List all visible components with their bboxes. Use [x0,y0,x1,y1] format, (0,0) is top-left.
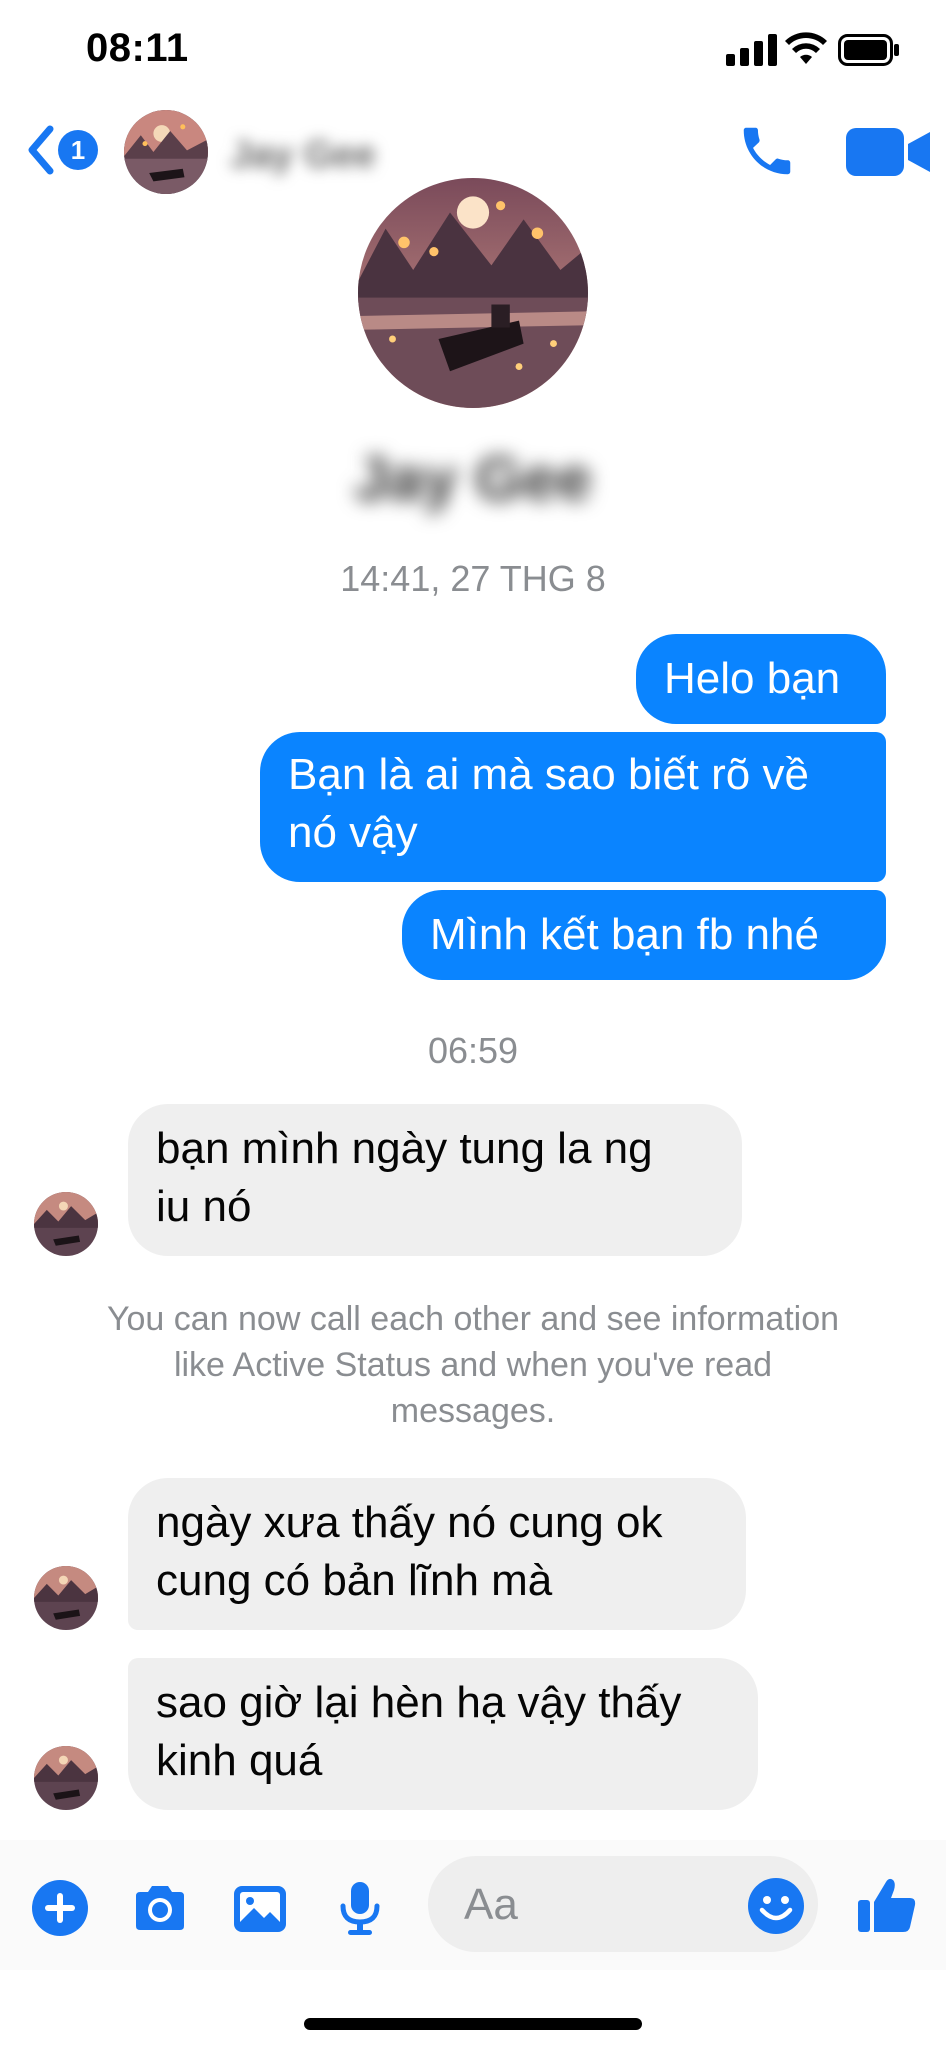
message-text: iu nó [156,1182,252,1231]
message-text: cung có bản lĩnh mà [156,1556,553,1605]
message-text: sao giờ lại hèn hạ vậy thấy [156,1678,682,1727]
photo-icon[interactable] [230,1878,290,1938]
video-camera-icon[interactable] [846,126,932,178]
incoming-message[interactable]: sao giờ lại hèn hạ vậy thấy kinh quá [128,1658,758,1810]
incoming-message[interactable]: bạn mình ngày tung la ng iu nó [128,1104,742,1256]
outgoing-message[interactable]: Bạn là ai mà sao biết rõ về nó vậy [260,732,886,882]
camera-icon[interactable] [130,1878,190,1938]
message-text: ngày xưa thấy nó cung ok [156,1498,663,1547]
thumbs-up-icon[interactable] [856,1874,918,1936]
contact-name[interactable]: Jay Gee [230,134,376,177]
system-notice-line: You can now call each other and see info… [106,1300,840,1338]
header-avatar[interactable] [124,110,208,194]
cellular-signal-icon [726,34,777,66]
message-input-placeholder: Aa [464,1880,518,1929]
battery-icon [838,34,899,66]
message-text: nó vậy [288,808,418,857]
message-text: Helo bạn [664,654,841,703]
message-text: bạn mình ngày tung la ng [156,1124,653,1173]
microphone-icon[interactable] [330,1878,390,1938]
unread-badge: 1 [58,130,98,170]
outgoing-message[interactable]: Mình kết bạn fb nhé [402,890,886,980]
back-chevron-icon [28,125,54,175]
system-notice-line: like Active Status and when you've read [173,1346,773,1384]
message-text: kinh quá [156,1736,323,1785]
status-time: 08:11 [86,26,189,70]
sender-avatar[interactable] [34,1192,98,1256]
back-button[interactable]: 1 [26,120,100,180]
phone-icon[interactable] [736,120,798,182]
timestamp: 14:41, 27 THG 8 [340,558,606,599]
plus-icon[interactable] [30,1878,90,1938]
message-text: Bạn là ai mà sao biết rõ về [288,750,809,799]
system-notice-line: messages. [390,1392,556,1430]
timestamp: 06:59 [427,1030,519,1071]
sender-avatar[interactable] [34,1746,98,1810]
outgoing-message[interactable]: Helo bạn [636,634,886,724]
incoming-message[interactable]: ngày xưa thấy nó cung ok cung có bản lĩn… [128,1478,746,1630]
sender-avatar[interactable] [34,1566,98,1630]
emoji-icon[interactable] [746,1876,806,1936]
home-indicator [304,2018,642,2030]
profile-name: Jay Gee [354,445,592,514]
message-text: Mình kết bạn fb nhé [430,910,819,959]
wifi-icon [785,32,827,64]
system-notice: You can now call each other and see info… [40,1296,906,1434]
profile-avatar[interactable] [358,178,588,408]
